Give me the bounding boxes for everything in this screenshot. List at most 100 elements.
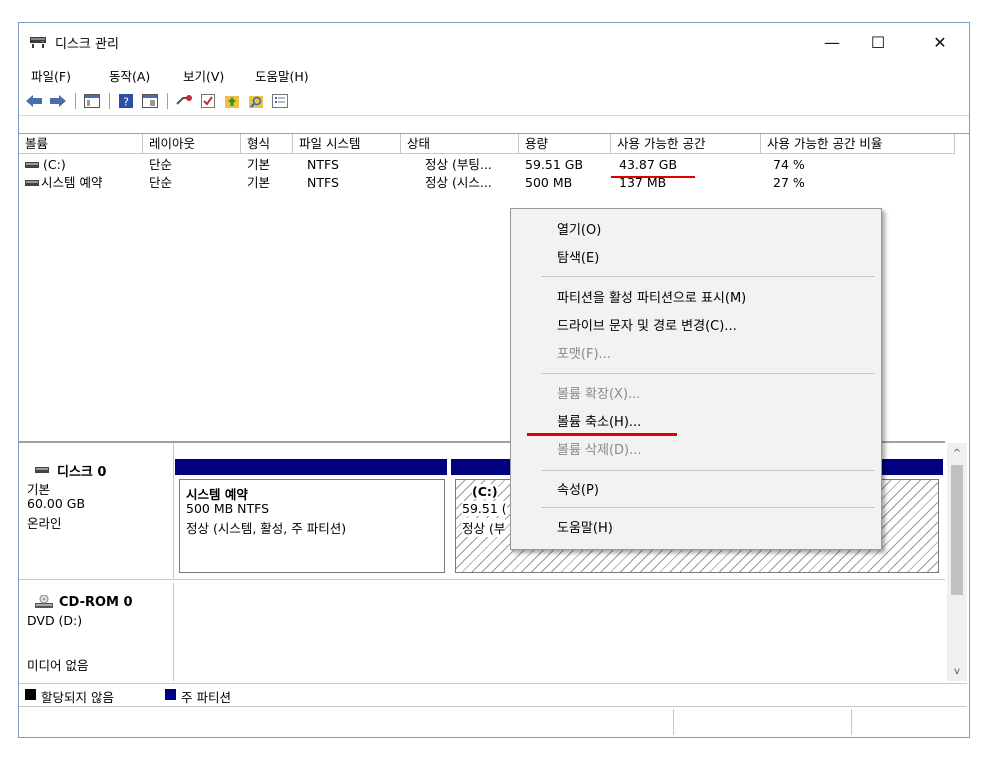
menu-item-help[interactable]: 도움말(H) [557, 517, 613, 536]
menu-item-open[interactable]: 열기(O) [557, 219, 601, 238]
status-bar [19, 707, 969, 737]
toolbar: ? [19, 87, 969, 116]
menu-item-format[interactable]: 포맷(F)... [557, 343, 611, 362]
back-button[interactable] [25, 92, 43, 110]
cell-status: 정상 (시스... [425, 175, 492, 190]
cell-volume: 시스템 예약 [41, 175, 103, 190]
status-divider [851, 709, 852, 735]
volume-drive-icon [25, 180, 39, 186]
col-header-volume[interactable]: 볼륨 [19, 134, 143, 154]
search-button[interactable] [247, 92, 265, 110]
menu-item-delete-volume[interactable]: 볼륨 삭제(D)... [557, 439, 642, 458]
cell-layout: 단순 [149, 157, 173, 172]
legend-unallocated-swatch [25, 689, 36, 700]
toolbar-separator [167, 93, 168, 109]
cell-filesystem: NTFS [307, 157, 339, 172]
properties-icon [142, 94, 158, 108]
col-header-free-percent[interactable]: 사용 가능한 공간 비율 [761, 134, 955, 154]
status-divider [673, 709, 674, 735]
title-bar[interactable]: 디스크 관리 — ☐ ✕ [19, 23, 969, 61]
partition-status: 정상 (시스템, 활성, 주 파티션) [186, 521, 347, 536]
minimize-icon: — [824, 32, 840, 52]
list-icon [272, 94, 288, 108]
partition-header-bar [175, 459, 447, 475]
cell-capacity: 59.51 GB [525, 157, 584, 172]
forward-button[interactable] [49, 92, 67, 110]
col-header-free-space[interactable]: 사용 가능한 공간 [611, 134, 761, 154]
menu-action[interactable]: 동작(A) [109, 66, 150, 85]
list-button[interactable] [271, 92, 289, 110]
cell-free-percent: 27 % [773, 175, 805, 190]
col-header-status[interactable]: 상태 [401, 134, 519, 154]
menu-item-change-drive-letter[interactable]: 드라이브 문자 및 경로 변경(C)... [557, 315, 737, 334]
maximize-icon: ☐ [870, 32, 886, 52]
menu-separator [541, 470, 875, 471]
menu-item-shrink-volume[interactable]: 볼륨 축소(H)... [557, 411, 641, 430]
col-header-type[interactable]: 형식 [241, 134, 293, 154]
cdrom-name: CD-ROM 0 [59, 595, 133, 610]
disk-panel-scrollbar[interactable]: ^ v [947, 443, 967, 681]
menu-bar: 파일(F) 동작(A) 보기(V) 도움말(H) [19, 63, 969, 85]
cdrom-state: 미디어 없음 [27, 658, 89, 673]
help-icon: ? [119, 94, 133, 109]
partition-name: (C:) [472, 484, 498, 499]
disk-name: 디스크 0 [57, 465, 107, 480]
partition-size: 500 MB NTFS [186, 501, 270, 516]
search-icon [249, 96, 263, 108]
scroll-up-arrow-icon[interactable]: ^ [947, 443, 967, 463]
cell-free-space: 137 MB [619, 175, 667, 190]
menu-separator [541, 373, 875, 374]
cell-capacity: 500 MB [525, 175, 573, 190]
minimize-button[interactable]: — [809, 23, 855, 61]
disk-0-info[interactable]: 디스크 0 기본 60.00 GB 온라인 [19, 443, 174, 579]
disk-icon [35, 467, 49, 473]
disk-management-icon [30, 37, 46, 48]
cell-filesystem: NTFS [307, 175, 339, 190]
check-button[interactable] [199, 92, 217, 110]
menu-item-extend-volume[interactable]: 볼륨 확장(X)... [557, 383, 640, 402]
col-header-layout[interactable]: 레이아웃 [143, 134, 241, 154]
cell-free-space: 43.87 GB [619, 157, 678, 172]
svg-text:?: ? [123, 96, 129, 109]
legend-primary-label: 주 파티션 [181, 690, 231, 705]
cell-type: 기본 [247, 157, 271, 172]
disk-size: 60.00 GB [27, 496, 86, 511]
up-button[interactable] [223, 92, 241, 110]
menu-item-explore[interactable]: 탐색(E) [557, 247, 599, 266]
disk-state: 온라인 [27, 516, 62, 531]
scrollbar-thumb[interactable] [951, 465, 963, 595]
annotation-underline-shrink [527, 433, 677, 436]
help-button[interactable]: ? [117, 92, 135, 110]
cdrom-icon [35, 595, 53, 608]
close-icon: ✕ [933, 32, 947, 52]
col-header-capacity[interactable]: 용량 [519, 134, 611, 154]
menu-item-properties[interactable]: 속성(P) [557, 479, 599, 498]
cdrom-0-info[interactable]: CD-ROM 0 DVD (D:) 미디어 없음 [19, 583, 174, 681]
menu-view[interactable]: 보기(V) [183, 66, 224, 85]
legend-primary-swatch [165, 689, 176, 700]
console-tree-button[interactable] [83, 92, 101, 110]
toolbar-separator [109, 93, 110, 109]
scroll-down-arrow-icon[interactable]: v [947, 661, 967, 681]
connect-icon [176, 95, 192, 105]
menu-item-mark-active[interactable]: 파티션을 활성 파티션으로 표시(M) [557, 287, 746, 306]
menu-separator [541, 507, 875, 508]
partition-body: 시스템 예약 500 MB NTFS 정상 (시스템, 활성, 주 파티션) [179, 479, 445, 573]
menu-help[interactable]: 도움말(H) [255, 66, 309, 85]
cdrom-drive: DVD (D:) [27, 613, 83, 628]
menu-separator [541, 276, 875, 277]
menu-file[interactable]: 파일(F) [31, 66, 71, 85]
connect-button[interactable] [175, 92, 193, 110]
partition-system-reserved[interactable]: 시스템 예약 500 MB NTFS 정상 (시스템, 활성, 주 파티션) [175, 459, 447, 577]
properties-button[interactable] [141, 92, 159, 110]
close-button[interactable]: ✕ [917, 23, 963, 61]
volume-drive-icon [25, 162, 39, 168]
toolbar-separator [75, 93, 76, 109]
check-icon [201, 94, 215, 108]
col-header-filesystem[interactable]: 파일 시스템 [293, 134, 401, 154]
cdrom-0-row: CD-ROM 0 DVD (D:) 미디어 없음 [19, 583, 945, 681]
forward-icon [50, 95, 66, 107]
maximize-button[interactable]: ☐ [855, 23, 901, 61]
cell-status: 정상 (부팅... [425, 157, 492, 172]
up-icon [225, 96, 239, 108]
